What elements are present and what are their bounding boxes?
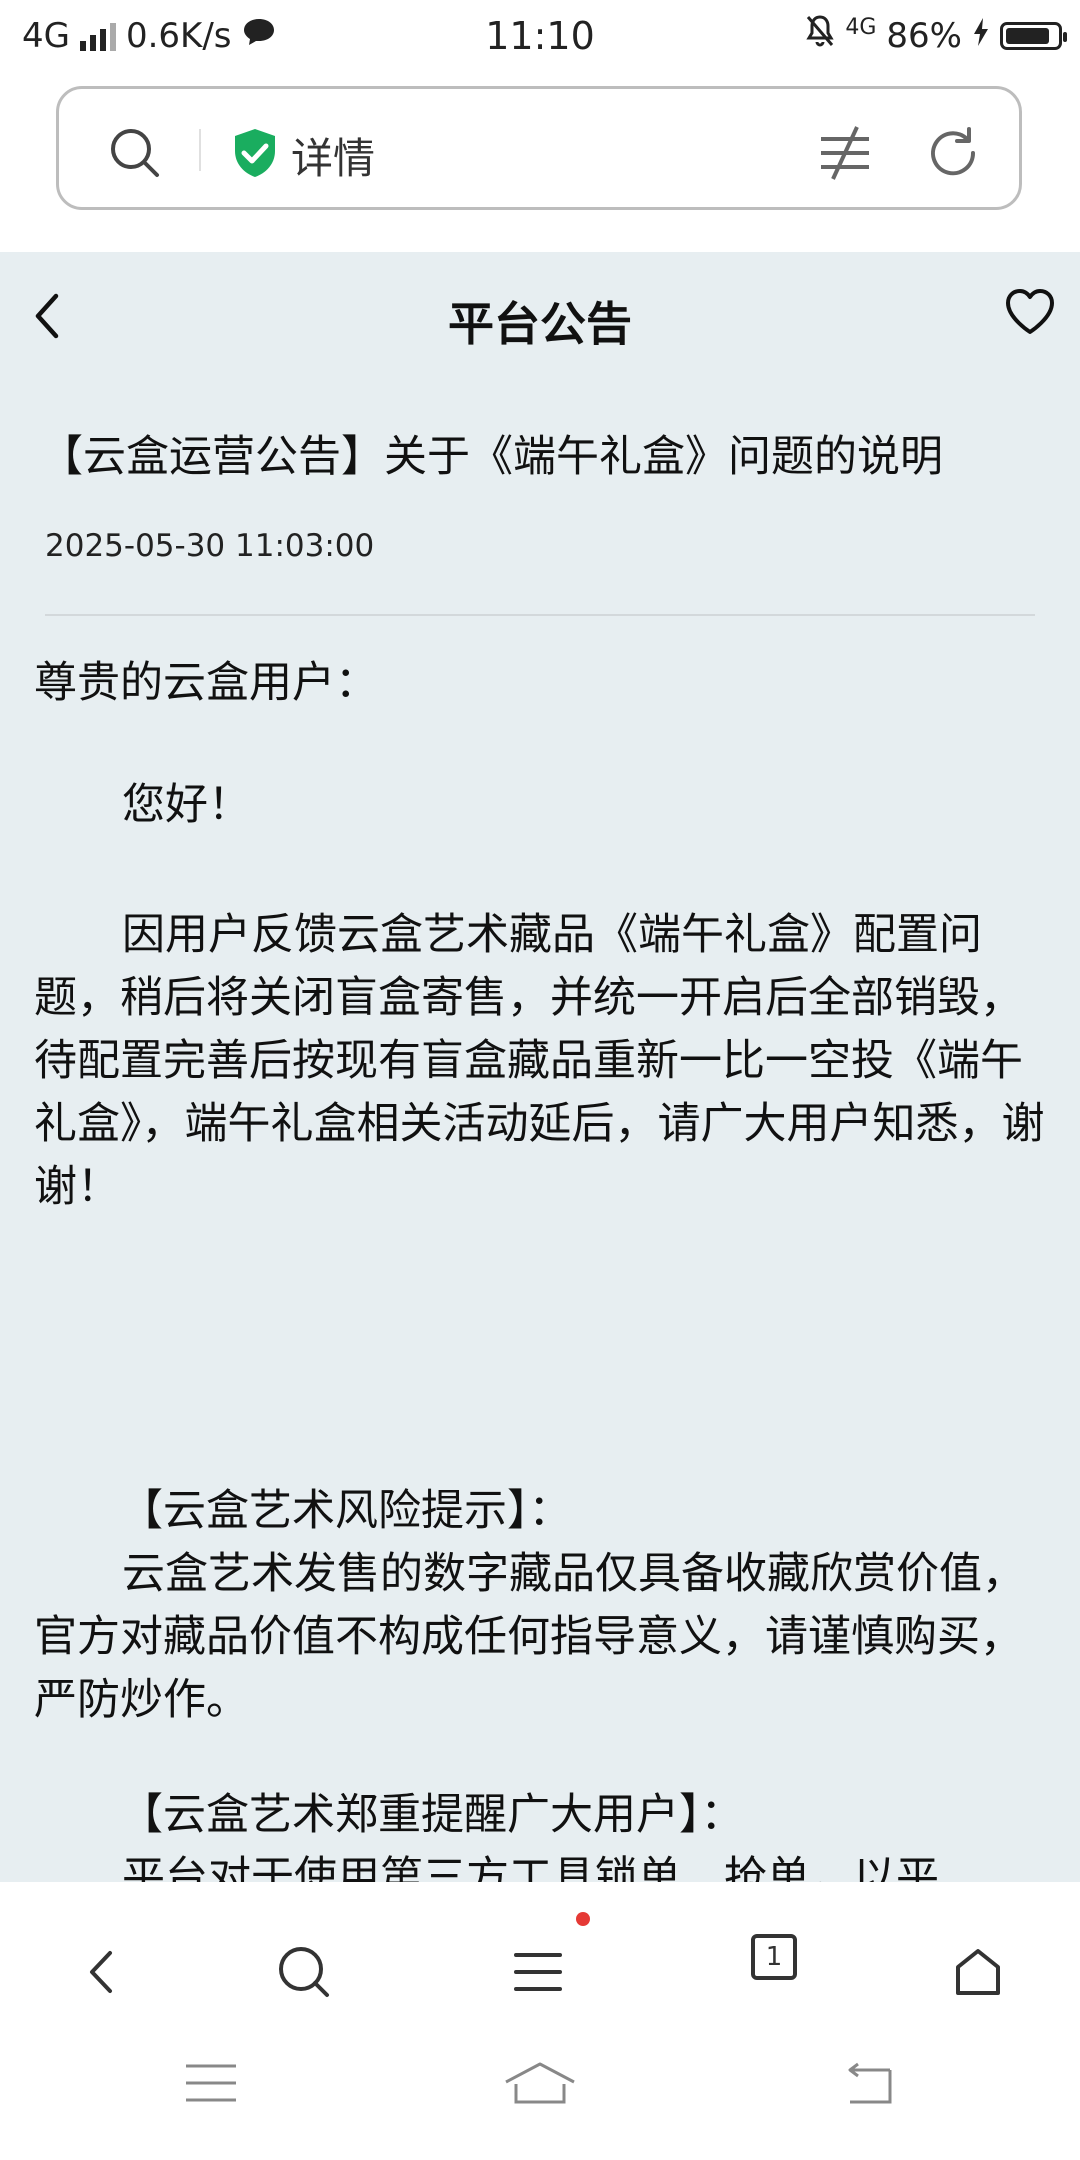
paragraph-notice: 因用户反馈云盒艺术藏品《端午礼盒》配置问题，稍后将关闭盲盒寄售，并统一开启后全部… [34,910,1045,1212]
system-menu-icon[interactable] [184,2062,238,2108]
status-right: 4G 86% [805,14,1067,57]
address-bar[interactable]: 详情 [56,86,1022,210]
refresh-icon[interactable] [925,125,981,185]
notification-dot [576,1912,590,1926]
search-icon[interactable] [109,127,161,183]
page-title: 平台公告 [448,297,632,351]
menu-icon[interactable] [498,1932,578,2012]
text-mode-icon[interactable] [817,125,873,185]
article-title: 【云盒运营公告】关于《端午礼盒》问题的说明 [40,432,943,482]
hello-text: 您好！ [122,780,251,830]
search-icon[interactable] [264,1932,344,2012]
system-back-icon[interactable] [844,2062,894,2112]
charging-icon [972,16,990,56]
article-date: 2025-05-30 11:03:00 [45,528,375,564]
address-divider [199,129,201,171]
page-content: 平台公告 【云盒运营公告】关于《端午礼盒》问题的说明 2025-05-30 11… [0,252,1080,1882]
status-bar: 4G 0.6K/s 11:10 4G 86% [0,0,1080,76]
remind-heading: 【云盒艺术郑重提醒广大用户】： [120,1790,744,1840]
title-divider [45,614,1035,616]
heart-icon[interactable] [1004,288,1056,340]
system-home-icon[interactable] [504,2062,576,2116]
tabs-button[interactable]: 1 [751,1934,797,1980]
mute-bell-icon [805,14,835,57]
greeting-text: 尊贵的云盒用户： [34,658,378,708]
risk-text: 云盒艺术发售的数字藏品仅具备收藏欣赏价值，官方对藏品价值不构成任何指导意义，请谨… [34,1549,1025,1725]
battery-icon [1000,21,1067,50]
network-small: 4G [845,15,877,40]
browser-toolbar: 详情 [0,76,1080,252]
bottom-nav: 1 [0,1882,1080,2160]
remind-text: 平台对于使用第三方工具锁单、抢单，以平 [122,1853,939,1882]
battery-percent: 86% [886,15,962,56]
battery-fill [1006,27,1049,44]
home-icon[interactable] [938,1932,1018,2012]
back-icon[interactable] [62,1932,142,2012]
address-label[interactable]: 详情 [291,125,375,186]
risk-heading: 【云盒艺术风险提示】： [120,1486,572,1536]
shield-check-icon [231,127,279,183]
